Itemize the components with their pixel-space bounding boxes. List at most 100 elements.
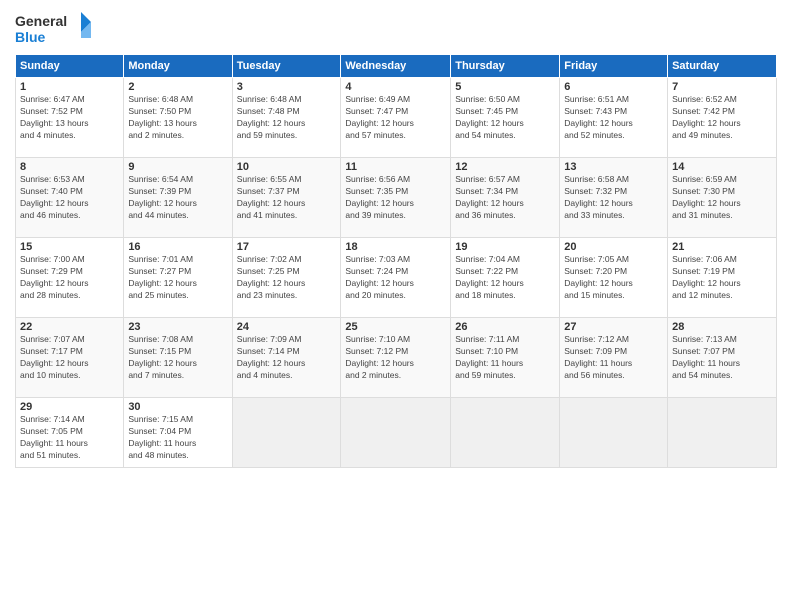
day-number: 15	[20, 241, 119, 253]
day-number: 5	[455, 81, 555, 93]
day-number: 26	[455, 321, 555, 333]
day-info: Sunrise: 6:48 AMSunset: 7:50 PMDaylight:…	[128, 94, 227, 142]
day-info: Sunrise: 6:50 AMSunset: 7:45 PMDaylight:…	[455, 94, 555, 142]
calendar-cell: 9Sunrise: 6:54 AMSunset: 7:39 PMDaylight…	[124, 158, 232, 238]
day-number: 24	[237, 321, 337, 333]
calendar-container: GeneralBlue SundayMondayTuesdayWednesday…	[0, 0, 792, 612]
calendar-cell	[560, 398, 668, 468]
weekday-header: Sunday	[16, 55, 124, 78]
svg-text:Blue: Blue	[15, 29, 46, 45]
day-info: Sunrise: 6:49 AMSunset: 7:47 PMDaylight:…	[345, 94, 446, 142]
day-info: Sunrise: 7:09 AMSunset: 7:14 PMDaylight:…	[237, 334, 337, 382]
day-info: Sunrise: 6:47 AMSunset: 7:52 PMDaylight:…	[20, 94, 119, 142]
day-number: 27	[564, 321, 663, 333]
calendar-week-row: 15Sunrise: 7:00 AMSunset: 7:29 PMDayligh…	[16, 238, 777, 318]
day-info: Sunrise: 6:59 AMSunset: 7:30 PMDaylight:…	[672, 174, 772, 222]
calendar-week-row: 22Sunrise: 7:07 AMSunset: 7:17 PMDayligh…	[16, 318, 777, 398]
day-number: 1	[20, 81, 119, 93]
header: GeneralBlue	[15, 10, 777, 48]
calendar-cell: 2Sunrise: 6:48 AMSunset: 7:50 PMDaylight…	[124, 78, 232, 158]
day-number: 6	[564, 81, 663, 93]
calendar-cell: 14Sunrise: 6:59 AMSunset: 7:30 PMDayligh…	[668, 158, 777, 238]
logo-svg: GeneralBlue	[15, 10, 95, 48]
day-info: Sunrise: 7:12 AMSunset: 7:09 PMDaylight:…	[564, 334, 663, 382]
day-number: 29	[20, 401, 119, 413]
day-number: 17	[237, 241, 337, 253]
weekday-header: Wednesday	[341, 55, 451, 78]
calendar-cell: 17Sunrise: 7:02 AMSunset: 7:25 PMDayligh…	[232, 238, 341, 318]
calendar-cell: 13Sunrise: 6:58 AMSunset: 7:32 PMDayligh…	[560, 158, 668, 238]
calendar-cell: 5Sunrise: 6:50 AMSunset: 7:45 PMDaylight…	[451, 78, 560, 158]
day-info: Sunrise: 6:57 AMSunset: 7:34 PMDaylight:…	[455, 174, 555, 222]
calendar-week-row: 29Sunrise: 7:14 AMSunset: 7:05 PMDayligh…	[16, 398, 777, 468]
day-number: 20	[564, 241, 663, 253]
calendar-cell: 21Sunrise: 7:06 AMSunset: 7:19 PMDayligh…	[668, 238, 777, 318]
day-number: 14	[672, 161, 772, 173]
calendar-cell: 19Sunrise: 7:04 AMSunset: 7:22 PMDayligh…	[451, 238, 560, 318]
calendar-week-row: 8Sunrise: 6:53 AMSunset: 7:40 PMDaylight…	[16, 158, 777, 238]
calendar-cell: 28Sunrise: 7:13 AMSunset: 7:07 PMDayligh…	[668, 318, 777, 398]
calendar-cell: 1Sunrise: 6:47 AMSunset: 7:52 PMDaylight…	[16, 78, 124, 158]
day-number: 8	[20, 161, 119, 173]
day-number: 28	[672, 321, 772, 333]
calendar-table: SundayMondayTuesdayWednesdayThursdayFrid…	[15, 54, 777, 468]
day-info: Sunrise: 6:55 AMSunset: 7:37 PMDaylight:…	[237, 174, 337, 222]
day-info: Sunrise: 7:05 AMSunset: 7:20 PMDaylight:…	[564, 254, 663, 302]
calendar-cell: 29Sunrise: 7:14 AMSunset: 7:05 PMDayligh…	[16, 398, 124, 468]
calendar-cell: 10Sunrise: 6:55 AMSunset: 7:37 PMDayligh…	[232, 158, 341, 238]
calendar-cell: 24Sunrise: 7:09 AMSunset: 7:14 PMDayligh…	[232, 318, 341, 398]
day-number: 19	[455, 241, 555, 253]
calendar-cell: 12Sunrise: 6:57 AMSunset: 7:34 PMDayligh…	[451, 158, 560, 238]
calendar-week-row: 1Sunrise: 6:47 AMSunset: 7:52 PMDaylight…	[16, 78, 777, 158]
day-info: Sunrise: 6:58 AMSunset: 7:32 PMDaylight:…	[564, 174, 663, 222]
calendar-cell: 11Sunrise: 6:56 AMSunset: 7:35 PMDayligh…	[341, 158, 451, 238]
calendar-cell	[232, 398, 341, 468]
day-info: Sunrise: 7:03 AMSunset: 7:24 PMDaylight:…	[345, 254, 446, 302]
calendar-cell: 3Sunrise: 6:48 AMSunset: 7:48 PMDaylight…	[232, 78, 341, 158]
day-number: 16	[128, 241, 227, 253]
day-info: Sunrise: 7:15 AMSunset: 7:04 PMDaylight:…	[128, 414, 227, 462]
day-number: 22	[20, 321, 119, 333]
calendar-cell: 16Sunrise: 7:01 AMSunset: 7:27 PMDayligh…	[124, 238, 232, 318]
calendar-cell: 25Sunrise: 7:10 AMSunset: 7:12 PMDayligh…	[341, 318, 451, 398]
day-number: 2	[128, 81, 227, 93]
day-info: Sunrise: 7:01 AMSunset: 7:27 PMDaylight:…	[128, 254, 227, 302]
calendar-cell: 6Sunrise: 6:51 AMSunset: 7:43 PMDaylight…	[560, 78, 668, 158]
day-info: Sunrise: 6:54 AMSunset: 7:39 PMDaylight:…	[128, 174, 227, 222]
weekday-header: Thursday	[451, 55, 560, 78]
day-info: Sunrise: 7:07 AMSunset: 7:17 PMDaylight:…	[20, 334, 119, 382]
day-info: Sunrise: 7:00 AMSunset: 7:29 PMDaylight:…	[20, 254, 119, 302]
weekday-header: Friday	[560, 55, 668, 78]
calendar-cell: 30Sunrise: 7:15 AMSunset: 7:04 PMDayligh…	[124, 398, 232, 468]
calendar-header-row: SundayMondayTuesdayWednesdayThursdayFrid…	[16, 55, 777, 78]
calendar-cell: 27Sunrise: 7:12 AMSunset: 7:09 PMDayligh…	[560, 318, 668, 398]
day-info: Sunrise: 7:13 AMSunset: 7:07 PMDaylight:…	[672, 334, 772, 382]
calendar-cell: 20Sunrise: 7:05 AMSunset: 7:20 PMDayligh…	[560, 238, 668, 318]
day-info: Sunrise: 7:10 AMSunset: 7:12 PMDaylight:…	[345, 334, 446, 382]
day-number: 30	[128, 401, 227, 413]
calendar-cell	[341, 398, 451, 468]
day-number: 21	[672, 241, 772, 253]
svg-text:General: General	[15, 13, 67, 29]
day-info: Sunrise: 7:06 AMSunset: 7:19 PMDaylight:…	[672, 254, 772, 302]
logo: GeneralBlue	[15, 10, 95, 48]
weekday-header: Tuesday	[232, 55, 341, 78]
calendar-cell	[451, 398, 560, 468]
day-number: 18	[345, 241, 446, 253]
calendar-cell: 15Sunrise: 7:00 AMSunset: 7:29 PMDayligh…	[16, 238, 124, 318]
day-info: Sunrise: 7:02 AMSunset: 7:25 PMDaylight:…	[237, 254, 337, 302]
day-number: 3	[237, 81, 337, 93]
calendar-cell: 7Sunrise: 6:52 AMSunset: 7:42 PMDaylight…	[668, 78, 777, 158]
day-info: Sunrise: 7:08 AMSunset: 7:15 PMDaylight:…	[128, 334, 227, 382]
day-number: 25	[345, 321, 446, 333]
day-number: 7	[672, 81, 772, 93]
calendar-cell: 4Sunrise: 6:49 AMSunset: 7:47 PMDaylight…	[341, 78, 451, 158]
weekday-header: Saturday	[668, 55, 777, 78]
day-number: 23	[128, 321, 227, 333]
day-info: Sunrise: 6:52 AMSunset: 7:42 PMDaylight:…	[672, 94, 772, 142]
day-number: 4	[345, 81, 446, 93]
day-number: 11	[345, 161, 446, 173]
calendar-cell: 26Sunrise: 7:11 AMSunset: 7:10 PMDayligh…	[451, 318, 560, 398]
day-number: 10	[237, 161, 337, 173]
day-info: Sunrise: 6:56 AMSunset: 7:35 PMDaylight:…	[345, 174, 446, 222]
